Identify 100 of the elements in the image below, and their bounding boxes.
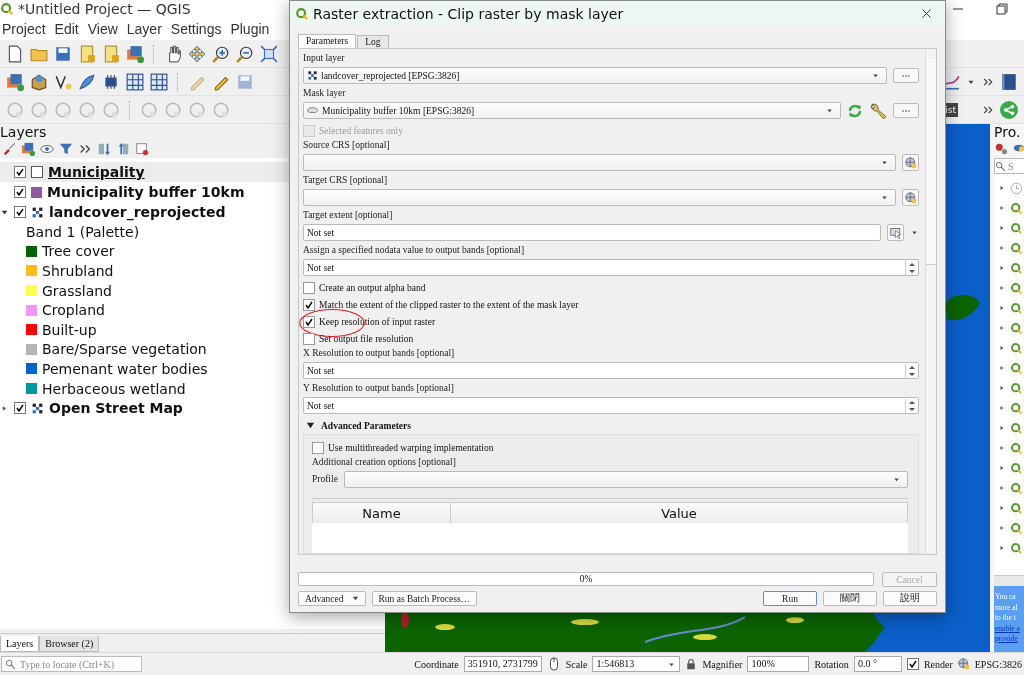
close-icon[interactable] xyxy=(920,7,933,20)
collapse-caret-icon[interactable] xyxy=(306,421,315,430)
dialog-tab[interactable]: Parameters xyxy=(298,34,357,48)
iterate-icon[interactable] xyxy=(847,102,863,119)
section-header[interactable]: Advanced Parameters xyxy=(303,417,919,434)
coordinate-field[interactable]: 351910, 2731799 xyxy=(463,656,542,672)
page-icon[interactable] xyxy=(78,44,96,63)
crs-button[interactable] xyxy=(902,154,919,171)
render-checkbox[interactable] xyxy=(906,658,919,670)
expand-caret-icon[interactable] xyxy=(998,264,1006,272)
save-icon[interactable] xyxy=(54,44,72,63)
locator-field[interactable]: Type to locate (Ctrl+K) xyxy=(1,656,142,672)
checkbox[interactable] xyxy=(303,298,315,311)
layer-checkbox[interactable] xyxy=(14,166,26,178)
box-icon[interactable] xyxy=(30,72,48,91)
layers-icon[interactable] xyxy=(6,72,24,91)
dialog-tab[interactable]: Log xyxy=(357,35,389,48)
filter-icon[interactable] xyxy=(59,142,73,156)
menu-item[interactable]: Plugin xyxy=(230,21,270,37)
checkbox[interactable] xyxy=(303,332,315,345)
lock-icon[interactable] xyxy=(685,658,698,670)
expand-caret-icon[interactable] xyxy=(998,464,1006,472)
menu-item[interactable]: Settings xyxy=(170,21,222,37)
move-arrows-icon[interactable] xyxy=(188,44,206,63)
file-icon[interactable] xyxy=(6,44,24,63)
layer-checkbox[interactable] xyxy=(14,206,26,218)
layers-icon[interactable] xyxy=(126,44,144,63)
batch-button[interactable]: Run as Batch Process… xyxy=(371,591,478,606)
rotation-field[interactable]: 0.0 ° xyxy=(853,656,902,672)
expand-caret-icon[interactable] xyxy=(998,504,1006,512)
spin-arrows-icon[interactable] xyxy=(905,363,916,378)
input-field[interactable]: Not set xyxy=(303,224,881,241)
checkbox[interactable] xyxy=(303,315,315,328)
wrench-icon[interactable] xyxy=(869,101,887,120)
expand-all-icon[interactable] xyxy=(97,142,111,156)
expand-caret-icon[interactable] xyxy=(998,184,1006,192)
spin-box[interactable]: Not set xyxy=(303,397,919,414)
menu-item[interactable]: Edit xyxy=(54,21,79,37)
menu-item[interactable]: Project xyxy=(2,21,46,37)
style-icon[interactable] xyxy=(2,142,16,156)
crs-button[interactable] xyxy=(902,189,919,206)
visibility-icon[interactable] xyxy=(40,142,54,156)
menu-item[interactable]: View xyxy=(87,21,118,37)
scrollbar[interactable] xyxy=(994,575,1024,586)
magnifier-field[interactable]: 100% xyxy=(747,656,810,672)
share-icon[interactable] xyxy=(1000,100,1018,119)
page-icon[interactable] xyxy=(102,44,120,63)
expand-caret-icon[interactable] xyxy=(998,404,1006,412)
spin-box[interactable]: Not set xyxy=(303,259,919,276)
panel-tab[interactable]: Browser (2) xyxy=(39,636,100,652)
expand-caret-icon[interactable] xyxy=(998,544,1006,552)
expand-caret-icon[interactable] xyxy=(998,344,1006,352)
remove-layer-icon[interactable] xyxy=(135,142,149,156)
expand-caret-icon[interactable] xyxy=(998,304,1006,312)
extent-button[interactable] xyxy=(887,224,904,241)
expand-caret-icon[interactable] xyxy=(998,484,1006,492)
feather-icon[interactable] xyxy=(78,72,96,91)
menu-item[interactable]: Layer xyxy=(126,21,162,37)
column-header[interactable]: Value xyxy=(451,503,907,523)
chip-icon[interactable] xyxy=(102,72,120,91)
checkbox[interactable] xyxy=(312,441,324,454)
help-button[interactable]: 說明 xyxy=(883,591,937,606)
close-button[interactable]: 關閉 xyxy=(823,591,877,606)
expand-caret-icon[interactable] xyxy=(998,384,1006,392)
dropdown-icon[interactable] xyxy=(910,228,919,237)
column-header[interactable]: Name xyxy=(313,503,451,523)
expand-caret-icon[interactable] xyxy=(998,244,1006,252)
add-group-icon[interactable] xyxy=(21,142,35,156)
layer-checkbox[interactable] xyxy=(14,402,26,415)
expand-caret-icon[interactable] xyxy=(998,204,1006,212)
spin-arrows-icon[interactable] xyxy=(905,260,916,275)
zoom-in-icon[interactable] xyxy=(212,44,230,63)
scale-field[interactable]: 1:546813 xyxy=(592,656,681,672)
help-book-icon[interactable] xyxy=(1000,72,1018,91)
dropdown[interactable]: Municipality buffer 10km [EPSG:3826] xyxy=(303,102,841,119)
run-button[interactable]: Run xyxy=(763,591,817,606)
expand-caret-icon[interactable] xyxy=(998,424,1006,432)
spin-box[interactable]: Not set xyxy=(303,362,919,379)
zoom-out-icon[interactable] xyxy=(236,44,254,63)
expand-caret-icon[interactable] xyxy=(998,284,1006,292)
scrollbar[interactable] xyxy=(925,49,936,554)
zoom-full-icon[interactable] xyxy=(260,44,278,63)
expand-caret-icon[interactable] xyxy=(998,324,1006,332)
grid-icon[interactable] xyxy=(150,72,168,91)
gears-icon[interactable] xyxy=(994,141,1008,155)
expand-caret-icon[interactable] xyxy=(998,444,1006,452)
advanced-button[interactable]: Advanced xyxy=(298,591,366,606)
collapse-all-icon[interactable] xyxy=(116,142,130,156)
grid-icon[interactable] xyxy=(126,72,144,91)
dropdown[interactable]: landcover_reprojected [EPSG:3826] xyxy=(303,67,887,84)
panel-tab[interactable]: Layers xyxy=(0,636,40,652)
search-field[interactable]: S xyxy=(994,158,1024,174)
checkbox[interactable] xyxy=(303,281,315,294)
crs-icon[interactable] xyxy=(957,658,970,670)
crs-button[interactable]: EPSG:3826 xyxy=(974,658,1022,670)
layer-checkbox[interactable] xyxy=(14,186,26,198)
spin-arrows-icon[interactable] xyxy=(905,398,916,413)
expand-caret-icon[interactable] xyxy=(998,524,1006,532)
expand-caret-icon[interactable] xyxy=(998,364,1006,372)
restore-icon[interactable] xyxy=(994,1,1010,17)
